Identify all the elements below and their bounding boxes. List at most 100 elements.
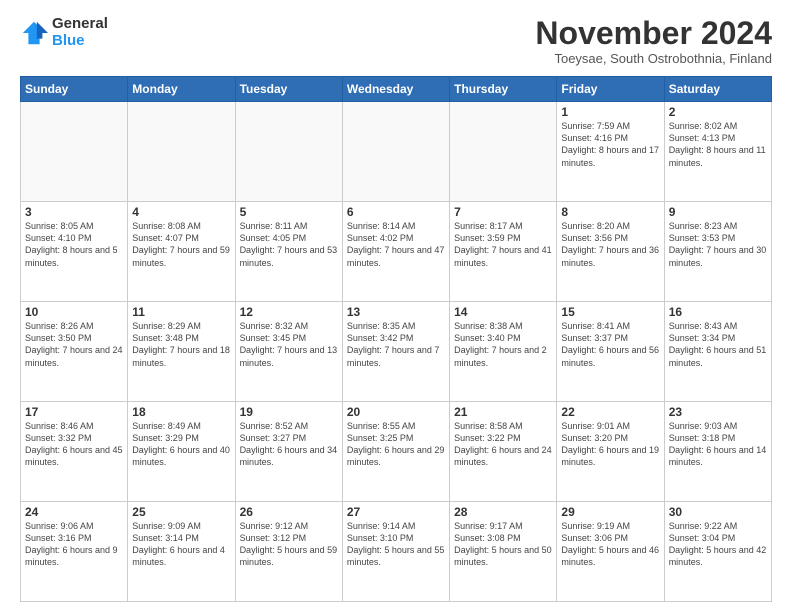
day-cell: 4Sunrise: 8:08 AM Sunset: 4:07 PM Daylig…: [128, 202, 235, 302]
day-number: 5: [240, 205, 338, 219]
day-info: Sunrise: 8:11 AM Sunset: 4:05 PM Dayligh…: [240, 220, 338, 269]
day-number: 21: [454, 405, 552, 419]
day-number: 28: [454, 505, 552, 519]
col-sunday: Sunday: [21, 77, 128, 102]
logo-text: General Blue: [52, 16, 108, 49]
day-cell: 17Sunrise: 8:46 AM Sunset: 3:32 PM Dayli…: [21, 402, 128, 502]
day-number: 22: [561, 405, 659, 419]
day-cell: 15Sunrise: 8:41 AM Sunset: 3:37 PM Dayli…: [557, 302, 664, 402]
day-number: 24: [25, 505, 123, 519]
day-cell: 1Sunrise: 7:59 AM Sunset: 4:16 PM Daylig…: [557, 102, 664, 202]
day-info: Sunrise: 8:05 AM Sunset: 4:10 PM Dayligh…: [25, 220, 123, 269]
day-cell: 13Sunrise: 8:35 AM Sunset: 3:42 PM Dayli…: [342, 302, 449, 402]
day-cell: [450, 102, 557, 202]
logo-general-text: General: [52, 16, 108, 33]
col-wednesday: Wednesday: [342, 77, 449, 102]
day-number: 6: [347, 205, 445, 219]
day-cell: 19Sunrise: 8:52 AM Sunset: 3:27 PM Dayli…: [235, 402, 342, 502]
col-friday: Friday: [557, 77, 664, 102]
day-info: Sunrise: 8:26 AM Sunset: 3:50 PM Dayligh…: [25, 320, 123, 369]
day-info: Sunrise: 9:01 AM Sunset: 3:20 PM Dayligh…: [561, 420, 659, 469]
day-number: 1: [561, 105, 659, 119]
day-number: 3: [25, 205, 123, 219]
day-cell: 18Sunrise: 8:49 AM Sunset: 3:29 PM Dayli…: [128, 402, 235, 502]
day-number: 18: [132, 405, 230, 419]
day-number: 20: [347, 405, 445, 419]
day-cell: 26Sunrise: 9:12 AM Sunset: 3:12 PM Dayli…: [235, 502, 342, 602]
day-cell: 10Sunrise: 8:26 AM Sunset: 3:50 PM Dayli…: [21, 302, 128, 402]
day-number: 23: [669, 405, 767, 419]
day-info: Sunrise: 8:20 AM Sunset: 3:56 PM Dayligh…: [561, 220, 659, 269]
day-number: 27: [347, 505, 445, 519]
day-info: Sunrise: 7:59 AM Sunset: 4:16 PM Dayligh…: [561, 120, 659, 169]
day-info: Sunrise: 8:55 AM Sunset: 3:25 PM Dayligh…: [347, 420, 445, 469]
day-number: 7: [454, 205, 552, 219]
day-number: 16: [669, 305, 767, 319]
page: General Blue November 2024 Toeysae, Sout…: [0, 0, 792, 612]
day-info: Sunrise: 8:46 AM Sunset: 3:32 PM Dayligh…: [25, 420, 123, 469]
day-cell: 2Sunrise: 8:02 AM Sunset: 4:13 PM Daylig…: [664, 102, 771, 202]
calendar-header: Sunday Monday Tuesday Wednesday Thursday…: [21, 77, 772, 102]
day-number: 4: [132, 205, 230, 219]
header-row: Sunday Monday Tuesday Wednesday Thursday…: [21, 77, 772, 102]
page-title: November 2024: [535, 16, 772, 51]
week-row-4: 24Sunrise: 9:06 AM Sunset: 3:16 PM Dayli…: [21, 502, 772, 602]
day-number: 19: [240, 405, 338, 419]
day-cell: 27Sunrise: 9:14 AM Sunset: 3:10 PM Dayli…: [342, 502, 449, 602]
day-info: Sunrise: 9:22 AM Sunset: 3:04 PM Dayligh…: [669, 520, 767, 569]
day-number: 29: [561, 505, 659, 519]
day-cell: 23Sunrise: 9:03 AM Sunset: 3:18 PM Dayli…: [664, 402, 771, 502]
day-info: Sunrise: 8:52 AM Sunset: 3:27 PM Dayligh…: [240, 420, 338, 469]
day-cell: [342, 102, 449, 202]
day-cell: 16Sunrise: 8:43 AM Sunset: 3:34 PM Dayli…: [664, 302, 771, 402]
day-cell: 22Sunrise: 9:01 AM Sunset: 3:20 PM Dayli…: [557, 402, 664, 502]
calendar-table: Sunday Monday Tuesday Wednesday Thursday…: [20, 76, 772, 602]
day-number: 17: [25, 405, 123, 419]
day-number: 13: [347, 305, 445, 319]
day-cell: 6Sunrise: 8:14 AM Sunset: 4:02 PM Daylig…: [342, 202, 449, 302]
day-number: 15: [561, 305, 659, 319]
day-cell: 29Sunrise: 9:19 AM Sunset: 3:06 PM Dayli…: [557, 502, 664, 602]
col-monday: Monday: [128, 77, 235, 102]
day-info: Sunrise: 8:41 AM Sunset: 3:37 PM Dayligh…: [561, 320, 659, 369]
day-number: 14: [454, 305, 552, 319]
week-row-0: 1Sunrise: 7:59 AM Sunset: 4:16 PM Daylig…: [21, 102, 772, 202]
day-number: 25: [132, 505, 230, 519]
day-info: Sunrise: 9:06 AM Sunset: 3:16 PM Dayligh…: [25, 520, 123, 569]
day-cell: 30Sunrise: 9:22 AM Sunset: 3:04 PM Dayli…: [664, 502, 771, 602]
day-cell: [21, 102, 128, 202]
day-number: 12: [240, 305, 338, 319]
day-number: 11: [132, 305, 230, 319]
col-saturday: Saturday: [664, 77, 771, 102]
col-thursday: Thursday: [450, 77, 557, 102]
day-info: Sunrise: 8:23 AM Sunset: 3:53 PM Dayligh…: [669, 220, 767, 269]
day-cell: 9Sunrise: 8:23 AM Sunset: 3:53 PM Daylig…: [664, 202, 771, 302]
day-info: Sunrise: 8:17 AM Sunset: 3:59 PM Dayligh…: [454, 220, 552, 269]
day-info: Sunrise: 8:32 AM Sunset: 3:45 PM Dayligh…: [240, 320, 338, 369]
title-block: November 2024 Toeysae, South Ostrobothni…: [535, 16, 772, 66]
day-info: Sunrise: 8:14 AM Sunset: 4:02 PM Dayligh…: [347, 220, 445, 269]
week-row-3: 17Sunrise: 8:46 AM Sunset: 3:32 PM Dayli…: [21, 402, 772, 502]
day-cell: 5Sunrise: 8:11 AM Sunset: 4:05 PM Daylig…: [235, 202, 342, 302]
day-number: 2: [669, 105, 767, 119]
day-info: Sunrise: 8:08 AM Sunset: 4:07 PM Dayligh…: [132, 220, 230, 269]
day-cell: 28Sunrise: 9:17 AM Sunset: 3:08 PM Dayli…: [450, 502, 557, 602]
day-info: Sunrise: 9:03 AM Sunset: 3:18 PM Dayligh…: [669, 420, 767, 469]
header: General Blue November 2024 Toeysae, Sout…: [20, 16, 772, 66]
day-number: 30: [669, 505, 767, 519]
logo-blue-text: Blue: [52, 33, 108, 50]
day-cell: 12Sunrise: 8:32 AM Sunset: 3:45 PM Dayli…: [235, 302, 342, 402]
week-row-2: 10Sunrise: 8:26 AM Sunset: 3:50 PM Dayli…: [21, 302, 772, 402]
day-info: Sunrise: 8:38 AM Sunset: 3:40 PM Dayligh…: [454, 320, 552, 369]
logo-icon: [20, 19, 48, 47]
day-info: Sunrise: 8:43 AM Sunset: 3:34 PM Dayligh…: [669, 320, 767, 369]
col-tuesday: Tuesday: [235, 77, 342, 102]
day-info: Sunrise: 8:49 AM Sunset: 3:29 PM Dayligh…: [132, 420, 230, 469]
day-info: Sunrise: 9:14 AM Sunset: 3:10 PM Dayligh…: [347, 520, 445, 569]
day-cell: 8Sunrise: 8:20 AM Sunset: 3:56 PM Daylig…: [557, 202, 664, 302]
day-cell: 24Sunrise: 9:06 AM Sunset: 3:16 PM Dayli…: [21, 502, 128, 602]
logo: General Blue: [20, 16, 108, 49]
calendar-body: 1Sunrise: 7:59 AM Sunset: 4:16 PM Daylig…: [21, 102, 772, 602]
day-cell: [235, 102, 342, 202]
day-cell: 11Sunrise: 8:29 AM Sunset: 3:48 PM Dayli…: [128, 302, 235, 402]
